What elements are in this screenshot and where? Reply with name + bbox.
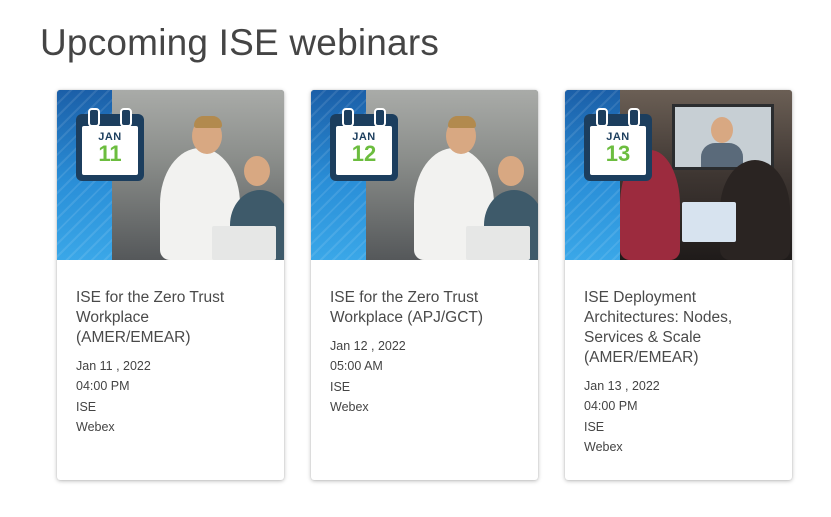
webinar-card-image: JAN 13 [565,90,792,260]
webinar-date: Jan 13 , 2022 [584,379,660,393]
webinar-product: ISE [584,419,605,434]
calendar-ring-icon [596,108,608,127]
person-hair [194,116,222,128]
calendar-ring-icon [120,108,132,127]
webinar-product: ISE [330,379,351,394]
webinar-card-body: ISE for the Zero Trust Workplace (APJ/GC… [311,260,538,417]
webinar-meta: Jan 12 , 2022 05:00 AM ISE Webex [330,336,519,417]
webinar-card-list: JAN 11 ISE for the Zero Trust Workplace … [57,90,792,480]
calendar-ring-icon [342,108,354,127]
webinar-platform: Webex [76,419,115,434]
webinar-time: 05:00 AM [330,359,383,374]
webinar-card-image: JAN 12 [311,90,538,260]
remote-person [701,143,743,167]
webinar-card[interactable]: JAN 12 ISE for the Zero Trust Workplace … [311,90,538,480]
page-title: Upcoming ISE webinars [40,22,440,63]
calendar-day: 11 [98,141,122,166]
webinars-page: Upcoming ISE webinars JAN 11 ISE for the… [0,0,831,517]
calendar-ring-icon [88,108,100,127]
webinar-card[interactable]: JAN 11 ISE for the Zero Trust Workplace … [57,90,284,480]
webinar-card-image: JAN 11 [57,90,284,260]
calendar-ring-icon [374,108,386,127]
webinar-title[interactable]: ISE for the Zero Trust Workplace (AMER/E… [76,288,265,348]
person-head [244,156,270,186]
webinar-product: ISE [76,399,97,414]
laptop [212,226,276,260]
calendar-icon: JAN 12 [330,108,398,181]
webinar-date: Jan 12 , 2022 [330,339,406,353]
webinar-platform: Webex [330,399,369,414]
webinar-meta: Jan 13 , 2022 04:00 PM ISE Webex [584,376,773,457]
person-head [498,156,524,186]
webinar-time: 04:00 PM [76,379,130,394]
webinar-card[interactable]: JAN 13 ISE Deployment Architectures: Nod… [565,90,792,480]
calendar-day: 13 [605,141,631,166]
person-hair [448,116,476,128]
webinar-title[interactable]: ISE for the Zero Trust Workplace (APJ/GC… [330,288,519,328]
webinar-card-body: ISE for the Zero Trust Workplace (AMER/E… [57,260,284,437]
calendar-icon: JAN 13 [584,108,652,181]
laptop [466,226,530,260]
webinar-time: 04:00 PM [584,399,638,414]
webinar-card-body: ISE Deployment Architectures: Nodes, Ser… [565,260,792,457]
calendar-day: 12 [351,141,377,166]
remote-person-head [711,117,733,143]
calendar-ring-icon [628,108,640,127]
tablet [682,202,736,242]
webinar-platform: Webex [584,439,623,454]
webinar-date: Jan 11 , 2022 [76,359,151,373]
calendar-icon: JAN 11 [76,108,144,181]
webinar-title[interactable]: ISE Deployment Architectures: Nodes, Ser… [584,288,773,368]
webinar-meta: Jan 11 , 2022 04:00 PM ISE Webex [76,356,265,437]
